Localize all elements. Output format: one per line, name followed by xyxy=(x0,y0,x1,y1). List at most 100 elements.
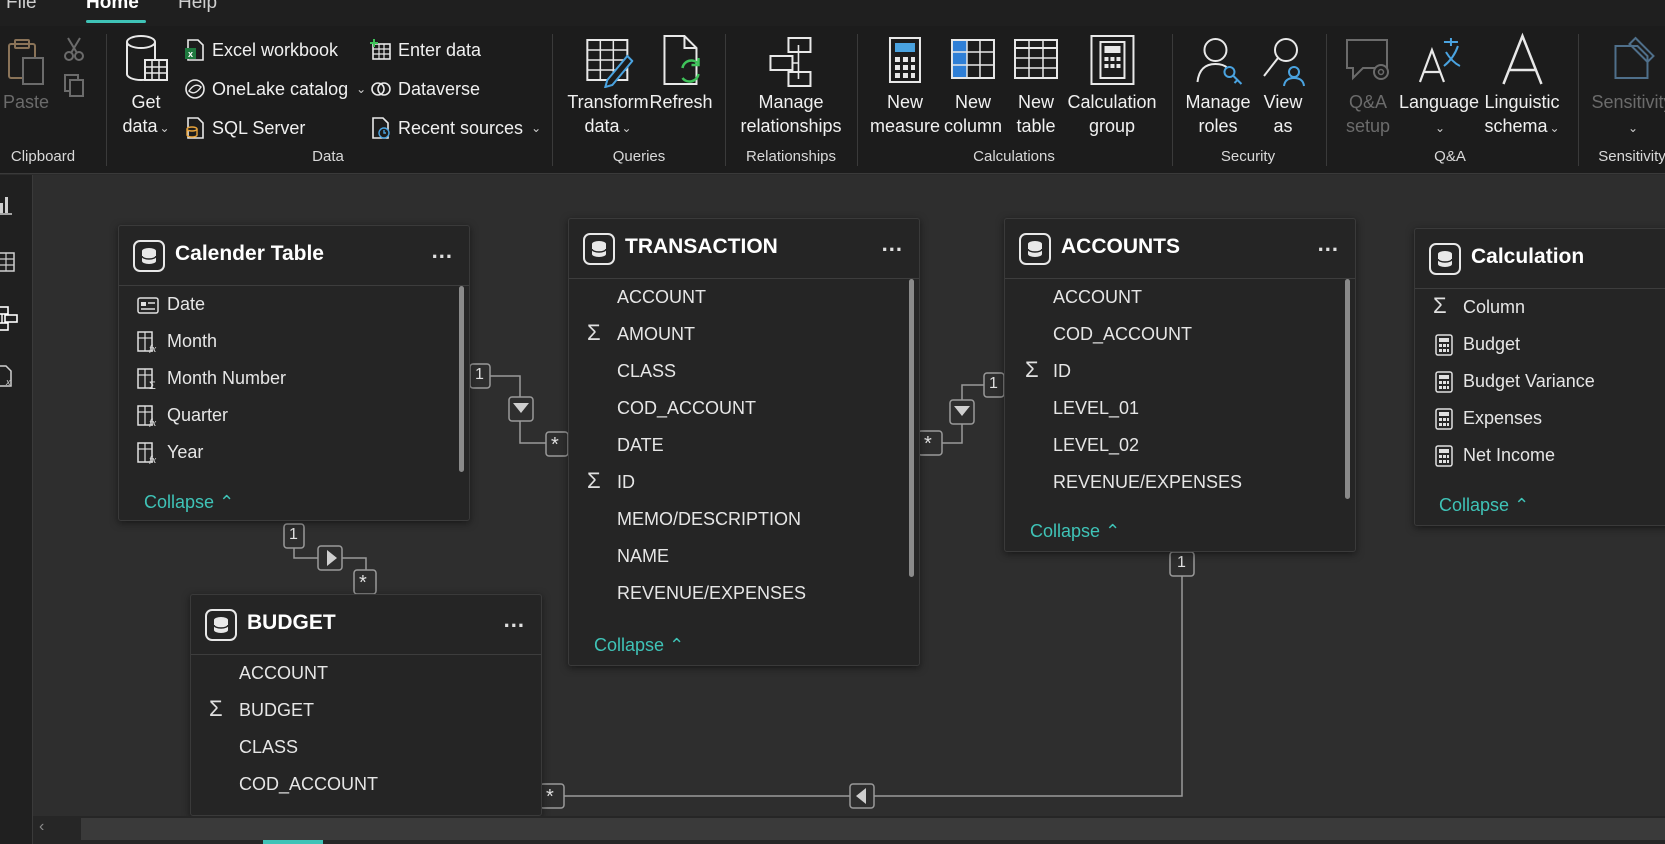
card-header[interactable]: TRANSACTION ... xyxy=(569,219,919,279)
field-row[interactable]: ACCOUNT xyxy=(569,279,919,315)
scrollbar[interactable] xyxy=(909,279,914,577)
field-row[interactable]: fx Quarter xyxy=(119,397,469,433)
field-row[interactable]: MEMO/DESCRIPTION xyxy=(569,501,919,537)
sensitivity-label: Sensitivity xyxy=(1591,92,1665,112)
field-row[interactable]: COD_ACCOUNT xyxy=(191,766,541,802)
field-row[interactable]: Σ Month Number xyxy=(119,360,469,396)
field-row[interactable]: Σ BUDGET xyxy=(191,692,541,728)
field-row[interactable]: LEVEL_01 xyxy=(1005,390,1355,426)
scrollbar[interactable] xyxy=(1345,279,1350,499)
get-data-button[interactable]: Get data ⌄ xyxy=(121,32,171,140)
dataverse-button[interactable]: Dataverse xyxy=(370,78,480,100)
more-options-button[interactable]: ... xyxy=(882,231,903,257)
card-header[interactable]: Calculation xyxy=(1415,229,1665,289)
field-row[interactable]: REVENUE/EXPENSES xyxy=(1005,464,1355,500)
manage-roles-button[interactable]: Manage roles xyxy=(1185,32,1251,138)
chevron-down-icon: ⌄ xyxy=(1549,121,1560,135)
enter-data-button[interactable]: Enter data xyxy=(370,39,481,61)
collapse-button[interactable]: Collapse ⌃ xyxy=(1030,521,1120,542)
field-row[interactable]: LEVEL_02 xyxy=(1005,427,1355,463)
calendar-field-icon xyxy=(137,297,159,314)
collapse-button[interactable]: Collapse ⌃ xyxy=(144,492,234,513)
new-column-button[interactable]: New column xyxy=(944,32,1002,138)
table-card-accounts[interactable]: ACCOUNTS ... ACCOUNT COD_ACCOUNT Σ ID LEV… xyxy=(1004,218,1356,552)
collapse-button[interactable]: Collapse ⌃ xyxy=(1439,495,1529,516)
menu-help[interactable]: Help xyxy=(178,0,217,14)
table-view-icon[interactable] xyxy=(0,249,20,275)
table-card-calender[interactable]: Calender Table ... Date fx Month Σ Month… xyxy=(118,225,470,521)
field-row[interactable]: Budget xyxy=(1415,326,1665,362)
field-row[interactable]: Expenses xyxy=(1415,400,1665,436)
scrollbar[interactable] xyxy=(459,286,464,472)
field-row[interactable]: fx Year xyxy=(119,434,469,470)
field-row[interactable]: DATE xyxy=(569,427,919,463)
more-options-button[interactable]: ... xyxy=(432,238,453,264)
card-header[interactable]: Calender Table ... xyxy=(119,226,469,286)
field-row[interactable]: COD_ACCOUNT xyxy=(569,390,919,426)
field-row[interactable]: ACCOUNT xyxy=(1005,279,1355,315)
onelake-catalog-button[interactable]: OneLake catalog ⌄ xyxy=(184,78,366,100)
menu-file[interactable]: File xyxy=(6,0,37,14)
calculation-group-button[interactable]: Calculation group xyxy=(1067,32,1157,138)
card-header[interactable]: ACCOUNTS ... xyxy=(1005,219,1355,279)
field-row[interactable]: Net Income xyxy=(1415,437,1665,473)
more-options-button[interactable]: ... xyxy=(504,607,525,633)
excel-workbook-button[interactable]: x Excel workbook xyxy=(184,39,338,61)
recent-sources-button[interactable]: Recent sources ⌄ xyxy=(370,117,541,139)
sql-server-button[interactable]: SQL Server xyxy=(184,117,305,139)
cardinality-one-label: 1 xyxy=(989,375,998,392)
table-card-budget[interactable]: BUDGET ... ACCOUNT Σ BUDGET CLASS COD_ACC… xyxy=(190,594,542,816)
chevron-down-icon: ⌄ xyxy=(531,121,542,135)
new-column-label-1: New xyxy=(954,92,991,112)
paste-button[interactable]: Paste xyxy=(1,32,51,114)
field-label: LEVEL_01 xyxy=(1053,398,1140,418)
field-label: REVENUE/EXPENSES xyxy=(1053,472,1243,492)
field-row[interactable]: COD_ACCOUNT xyxy=(1005,316,1355,352)
transform-data-button[interactable]: Transform data ⌄ xyxy=(567,32,649,140)
card-header[interactable]: BUDGET ... xyxy=(191,595,541,655)
table-title: BUDGET xyxy=(247,611,336,634)
table-card-calculation[interactable]: Calculation Σ Column Budget Budget Varian… xyxy=(1414,228,1665,526)
field-label: COD_ACCOUNT xyxy=(1053,324,1193,344)
field-label: Date xyxy=(167,294,206,314)
field-row[interactable]: ACCOUNT xyxy=(191,655,541,691)
copy-icon[interactable] xyxy=(62,72,86,98)
field-row[interactable]: fx Month xyxy=(119,323,469,359)
table-card-transaction[interactable]: TRANSACTION ... ACCOUNT Σ AMOUNT CLASS CO… xyxy=(568,218,920,666)
menu-home[interactable]: Home xyxy=(86,0,139,14)
qa-setup-icon xyxy=(1346,39,1389,81)
field-row[interactable]: Σ AMOUNT xyxy=(569,316,919,352)
field-row[interactable]: Σ ID xyxy=(1005,353,1355,389)
collapse-button[interactable]: Collapse ⌃ xyxy=(594,635,684,656)
linguistic-schema-button[interactable]: Linguistic schema ⌄ xyxy=(1484,32,1560,140)
horizontal-scrollbar[interactable]: ‹ xyxy=(33,816,1665,844)
dax-query-view-icon[interactable]: x xyxy=(0,363,20,389)
ribbon: Paste Clipboard Get data ⌄ x Excel workbo… xyxy=(0,26,1665,174)
sensitivity-button[interactable]: Sensitivity ⌄ xyxy=(1591,32,1665,140)
cut-icon[interactable] xyxy=(62,36,86,62)
qa-setup-button[interactable]: Q&A setup xyxy=(1343,32,1393,138)
table-add-icon xyxy=(370,39,391,60)
field-row[interactable]: CLASS xyxy=(191,729,541,765)
field-row[interactable]: CLASS xyxy=(569,353,919,389)
field-row[interactable]: NAME xyxy=(569,538,919,574)
new-table-label-2: table xyxy=(1016,116,1056,136)
report-view-icon[interactable] xyxy=(0,191,20,217)
language-button[interactable]: Language ⌄ xyxy=(1399,32,1479,140)
manage-relationships-button[interactable]: Manage relationships xyxy=(740,32,842,138)
scrollbar-thumb[interactable] xyxy=(81,818,1665,840)
refresh-button[interactable]: Refresh xyxy=(649,32,713,114)
scroll-left-icon[interactable]: ‹ xyxy=(39,818,44,836)
new-measure-button[interactable]: New measure xyxy=(870,32,940,138)
view-as-button[interactable]: View as xyxy=(1258,32,1308,138)
field-row[interactable]: Σ Column xyxy=(1415,289,1665,325)
more-options-button[interactable]: ... xyxy=(1318,231,1339,257)
field-row[interactable]: Date xyxy=(119,286,469,322)
model-view-icon[interactable] xyxy=(0,305,20,331)
field-row[interactable]: REVENUE/EXPENSES xyxy=(569,575,919,611)
field-row[interactable]: Σ ID xyxy=(569,464,919,500)
new-table-button[interactable]: New table xyxy=(1011,32,1061,138)
paste-label: Paste xyxy=(2,92,50,112)
field-row[interactable]: Budget Variance xyxy=(1415,363,1665,399)
field-label: COD_ACCOUNT xyxy=(239,774,379,794)
